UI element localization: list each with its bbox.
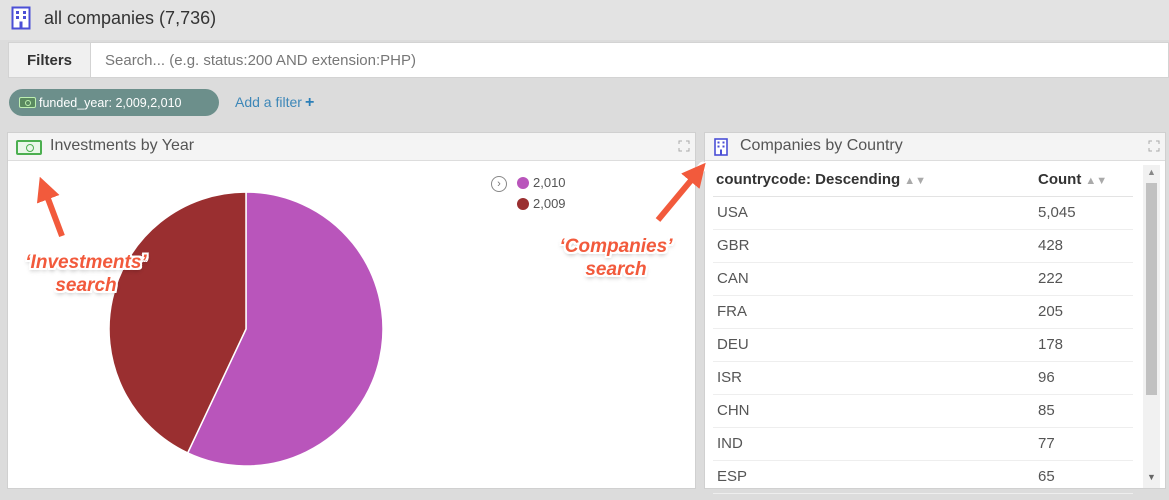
- investments-arrow: [36, 176, 65, 238]
- investments-annotation-line1: ‘Investments’: [25, 252, 147, 273]
- companies-annotation: ‘Companies’ search: [540, 236, 692, 282]
- investments-annotation-line2: search: [55, 274, 117, 296]
- companies-annotation-line2: search: [585, 258, 647, 280]
- companies-annotation-line1: ‘Companies’: [559, 236, 673, 257]
- companies-arrow: [655, 162, 706, 222]
- investments-annotation: ‘Investments’ search: [6, 252, 166, 298]
